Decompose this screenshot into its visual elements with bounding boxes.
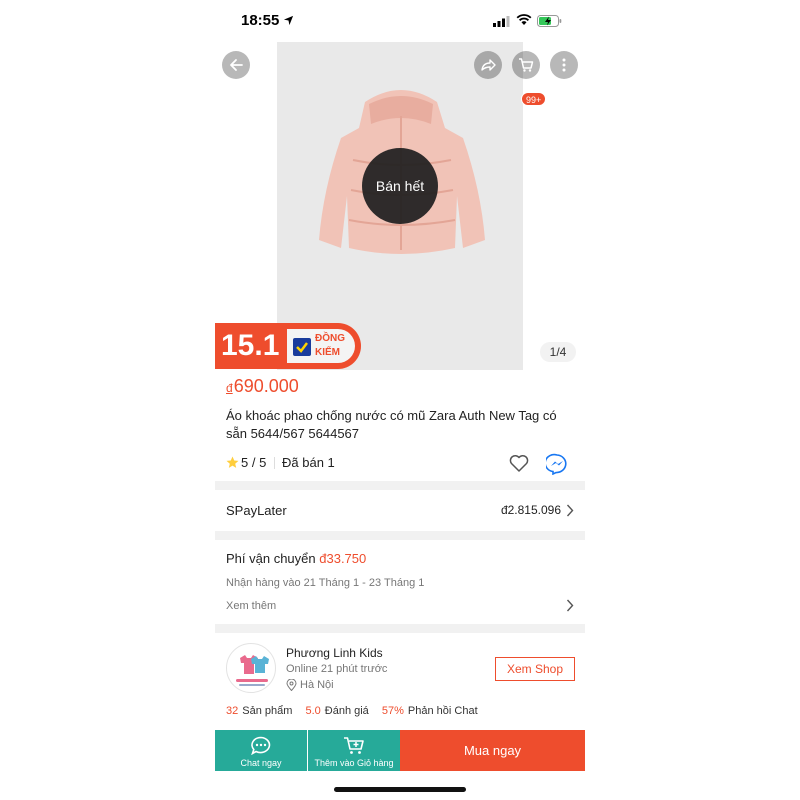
messenger-icon[interactable]: [546, 453, 568, 475]
more-button[interactable]: [550, 51, 578, 79]
product-title: Áo khoác phao chống nước có mũ Zara Auth…: [226, 408, 557, 441]
product-price: đ690.000: [226, 376, 299, 397]
stat-value: 5.0: [305, 705, 321, 717]
shipping-label: Phí vận chuyển đ33.750: [226, 551, 366, 566]
add-to-cart-button[interactable]: Thêm vào Giỏ hàng: [308, 730, 400, 771]
price-value: 690.000: [233, 376, 299, 396]
add-cart-icon: [308, 736, 400, 755]
cart-icon: [519, 58, 534, 72]
chat-now-label: Chat ngay: [240, 758, 282, 768]
spaylater-row[interactable]: SPayLater đ2.815.096: [215, 491, 585, 531]
shop-name: Phương Linh Kids: [286, 646, 383, 660]
stat-value: 57%: [381, 705, 404, 717]
see-more-link[interactable]: Xem thêm: [226, 600, 276, 612]
cart-count-badge: 99+: [521, 92, 547, 106]
buy-now-button[interactable]: Mua ngay: [400, 730, 585, 771]
status-bar: 18:55: [215, 0, 585, 42]
chevron-right-icon: [566, 504, 574, 517]
section-gap: [215, 481, 585, 490]
back-icon: [230, 59, 243, 71]
shop-section: Phương Linh Kids Online 21 phút trước Hà…: [215, 633, 585, 725]
shipping-eta: Nhận hàng vào 21 Tháng 1 - 23 Tháng 1: [226, 577, 425, 589]
heart-icon[interactable]: [509, 454, 529, 472]
status-time: 18:55: [241, 12, 280, 29]
home-indicator: [334, 787, 466, 792]
spaylater-label: SPayLater: [226, 503, 287, 518]
check-icon: [293, 338, 311, 356]
shop-online-status: Online 21 phút trước: [286, 663, 388, 675]
promo-number: 15.1: [221, 329, 280, 362]
stat-label: Đánh giá: [324, 705, 369, 717]
share-icon: [481, 59, 496, 71]
promo-tag-line1: ĐỒNG: [315, 333, 345, 344]
promo-tag-text: ĐỒNG KIỂM: [315, 332, 345, 360]
more-icon: [562, 58, 566, 72]
chevron-right-icon: [566, 599, 574, 612]
stat-label: Sản phẩm: [242, 705, 293, 717]
wifi-icon: [516, 13, 532, 31]
spaylater-value: đ2.815.096: [500, 503, 561, 517]
shipping-section[interactable]: Phí vận chuyển đ33.750 Nhận hàng vào 21 …: [215, 540, 585, 624]
shop-stats: 32 Sản phẩm 5.0 Đánh giá 57% Phản hồi Chat: [226, 705, 488, 717]
pin-icon: [286, 679, 297, 691]
promo-tag-line2: KIỂM: [315, 347, 340, 358]
stat-chat-response: 57% Phản hồi Chat: [382, 705, 478, 717]
divider: [274, 457, 275, 469]
shop-location: Hà Nội: [286, 679, 334, 691]
promo-banner: 15.1 ĐỒNG KIỂM: [215, 323, 361, 369]
bottom-action-bar: Chat ngay Thêm vào Giỏ hàng Mua ngay: [215, 730, 585, 771]
add-to-cart-label: Thêm vào Giỏ hàng: [314, 758, 394, 768]
chat-icon: [215, 736, 307, 755]
view-shop-button[interactable]: Xem Shop: [495, 657, 575, 681]
back-button[interactable]: [222, 51, 250, 79]
share-button[interactable]: [474, 51, 502, 79]
rating-value: 5 / 5: [241, 455, 267, 470]
sold-count: Đã bán 1: [282, 455, 335, 470]
section-gap: [215, 624, 585, 633]
battery-icon: [537, 14, 562, 32]
stat-value: 32: [226, 705, 239, 717]
sold-out-overlay: Bán hết: [362, 148, 438, 224]
stat-label: Phản hồi Chat: [407, 705, 478, 717]
shipping-fee: đ33.750: [319, 551, 367, 566]
phone-screen: 18:55 99+ Bán hết 15.1 ĐỒNG KIỂM 1/4 đ69…: [215, 0, 585, 800]
promo-tag: ĐỒNG KIỂM: [287, 329, 355, 363]
location-arrow-icon: [283, 13, 294, 31]
stat-rating: 5.0 Đánh giá: [305, 705, 368, 717]
cart-button[interactable]: [512, 51, 540, 79]
stat-products: 32 Sản phẩm: [226, 705, 292, 717]
shipping-label-text: Phí vận chuyển: [226, 551, 316, 566]
shop-avatar[interactable]: [226, 643, 276, 693]
image-pager: 1/4: [540, 342, 576, 362]
section-gap: [215, 531, 585, 540]
product-image-area[interactable]: 99+ Bán hết: [215, 42, 585, 370]
signal-icon: [493, 14, 510, 32]
chat-now-button[interactable]: Chat ngay: [215, 730, 307, 771]
star-icon: [226, 456, 239, 468]
currency-symbol: đ: [226, 381, 233, 395]
shop-location-text: Hà Nội: [300, 679, 334, 691]
